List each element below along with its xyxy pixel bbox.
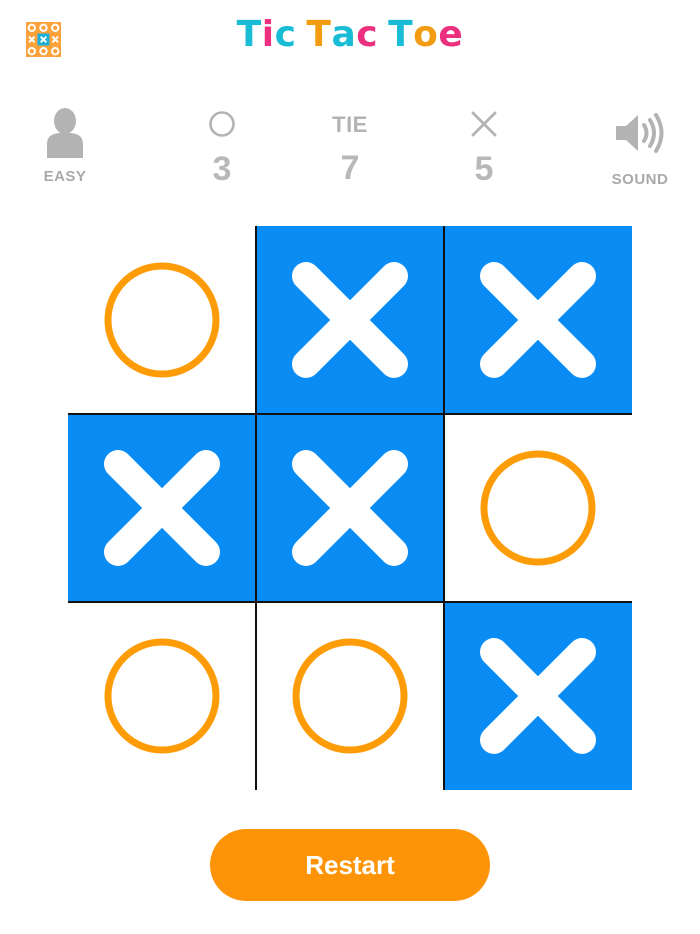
title-letter: o	[413, 14, 439, 55]
o-mark-icon	[292, 638, 408, 754]
grid-line-h1	[68, 413, 632, 415]
difficulty-toggle[interactable]: EASY	[30, 106, 100, 185]
x-mark-icon	[104, 450, 220, 566]
restart-button[interactable]: Restart	[210, 829, 490, 901]
sound-label: SOUND	[611, 171, 669, 188]
tie-label: TIE	[332, 112, 368, 137]
board-cell-r1c2[interactable]	[256, 226, 444, 414]
o-mark-icon	[104, 262, 220, 378]
grid-line-v2	[443, 226, 445, 790]
board-cell-r1c1[interactable]	[68, 226, 256, 414]
tie-score: TIE 7	[320, 112, 380, 186]
title-letter: i	[261, 14, 275, 55]
grid-line-h2	[68, 601, 632, 603]
title-letter: c	[274, 14, 297, 55]
board-cell-r2c2[interactable]	[256, 414, 444, 602]
grid-line-v1	[255, 226, 257, 790]
sound-toggle[interactable]: SOUND	[604, 112, 676, 188]
board-cell-r3c3[interactable]	[444, 602, 632, 790]
user-icon	[47, 108, 83, 158]
difficulty-label: EASY	[43, 168, 87, 185]
x-mark-icon	[480, 638, 596, 754]
game-board	[68, 226, 632, 790]
o-score-value: 3	[212, 150, 232, 188]
game-title: Tic Tac Toe	[0, 14, 700, 55]
score-bar: EASY 3 TIE 7 5 SOUND	[0, 100, 700, 200]
title-letter: c	[356, 14, 379, 55]
x-mark-icon	[292, 262, 408, 378]
x-score-value: 5	[474, 150, 494, 188]
board-cell-r3c2[interactable]	[256, 602, 444, 790]
title-letter	[296, 14, 306, 55]
x-mark-icon	[480, 262, 596, 378]
title-letter: T	[236, 14, 262, 55]
x-score: 5	[459, 110, 509, 187]
o-mark-icon	[104, 638, 220, 754]
board-cell-r2c3[interactable]	[444, 414, 632, 602]
o-mark-icon	[480, 450, 596, 566]
circle-icon	[209, 111, 235, 137]
title-letter	[378, 14, 388, 55]
board-cell-r1c3[interactable]	[444, 226, 632, 414]
board-cell-r2c1[interactable]	[68, 414, 256, 602]
cross-icon	[471, 111, 497, 137]
speaker-icon	[616, 113, 664, 153]
board-cell-r3c1[interactable]	[68, 602, 256, 790]
title-letter: T	[306, 14, 332, 55]
o-score: 3	[197, 110, 247, 187]
title-letter: a	[331, 14, 357, 55]
x-mark-icon	[292, 450, 408, 566]
tie-score-value: 7	[340, 149, 360, 187]
title-letter: T	[388, 14, 414, 55]
title-letter: e	[438, 14, 464, 55]
